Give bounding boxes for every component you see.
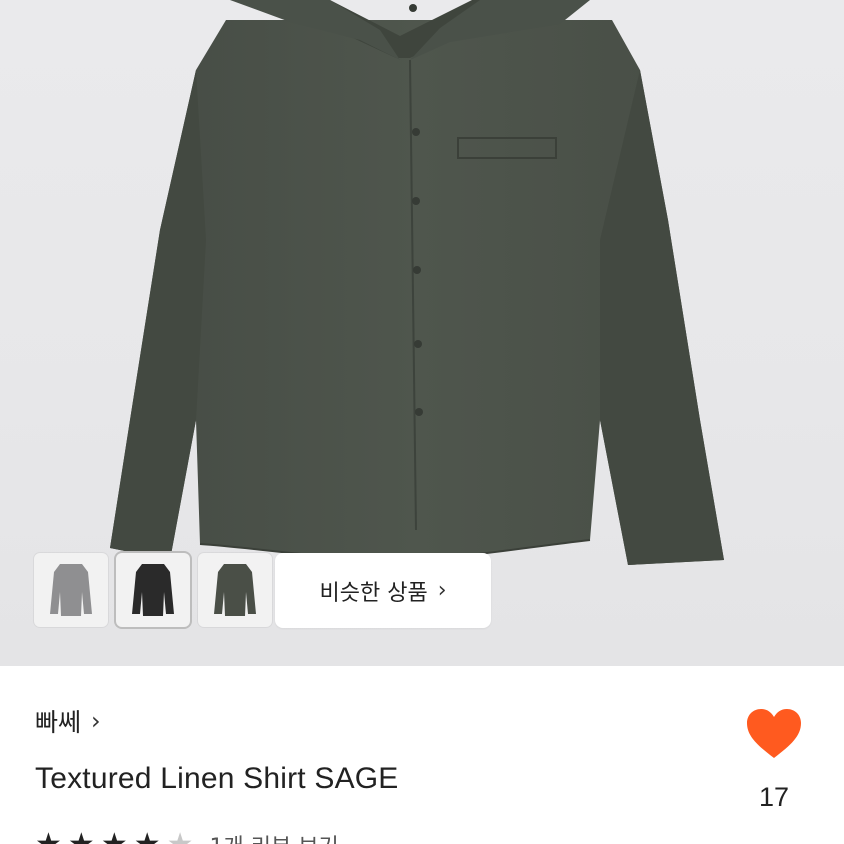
similar-products-button[interactable]: 비슷한 상품 › [275, 553, 491, 628]
like-count: 17 [758, 782, 790, 812]
star-filled-icon: ★ [101, 830, 128, 844]
thumbnail-gray-shirt[interactable] [34, 553, 108, 627]
heart-icon [747, 709, 801, 758]
review-link[interactable]: 1개 리뷰 보기 [210, 829, 339, 844]
chevron-right-icon: › [91, 707, 101, 735]
star-filled-icon: ★ [35, 830, 62, 844]
thumbnail-black-shirt[interactable] [116, 553, 190, 627]
thumbnail-sage-shirt[interactable] [198, 553, 272, 627]
similar-products-label: 비슷한 상품 [319, 580, 428, 606]
black-shirt-icon [132, 564, 174, 616]
star-empty-icon: ★ [167, 830, 194, 844]
star-filled-icon: ★ [134, 830, 161, 844]
gray-shirt-icon [50, 564, 92, 616]
star-filled-icon: ★ [68, 830, 95, 844]
rating-row[interactable]: ★ ★ ★ ★ ★ 1개 리뷰 보기 [35, 830, 339, 844]
product-title: Textured Linen Shirt SAGE [35, 762, 399, 795]
thumbnail-strip [34, 553, 272, 627]
chevron-right-icon: › [437, 578, 447, 603]
like-button[interactable] [744, 708, 804, 764]
product-info: 빠쎄 › Textured Linen Shirt SAGE 17 ★ ★ ★ … [0, 666, 844, 844]
brand-link[interactable]: 빠쎄 › [35, 703, 101, 739]
brand-name: 빠쎄 [35, 708, 82, 737]
sage-shirt-icon [214, 564, 256, 616]
product-image[interactable]: 비슷한 상품 › [0, 0, 844, 666]
